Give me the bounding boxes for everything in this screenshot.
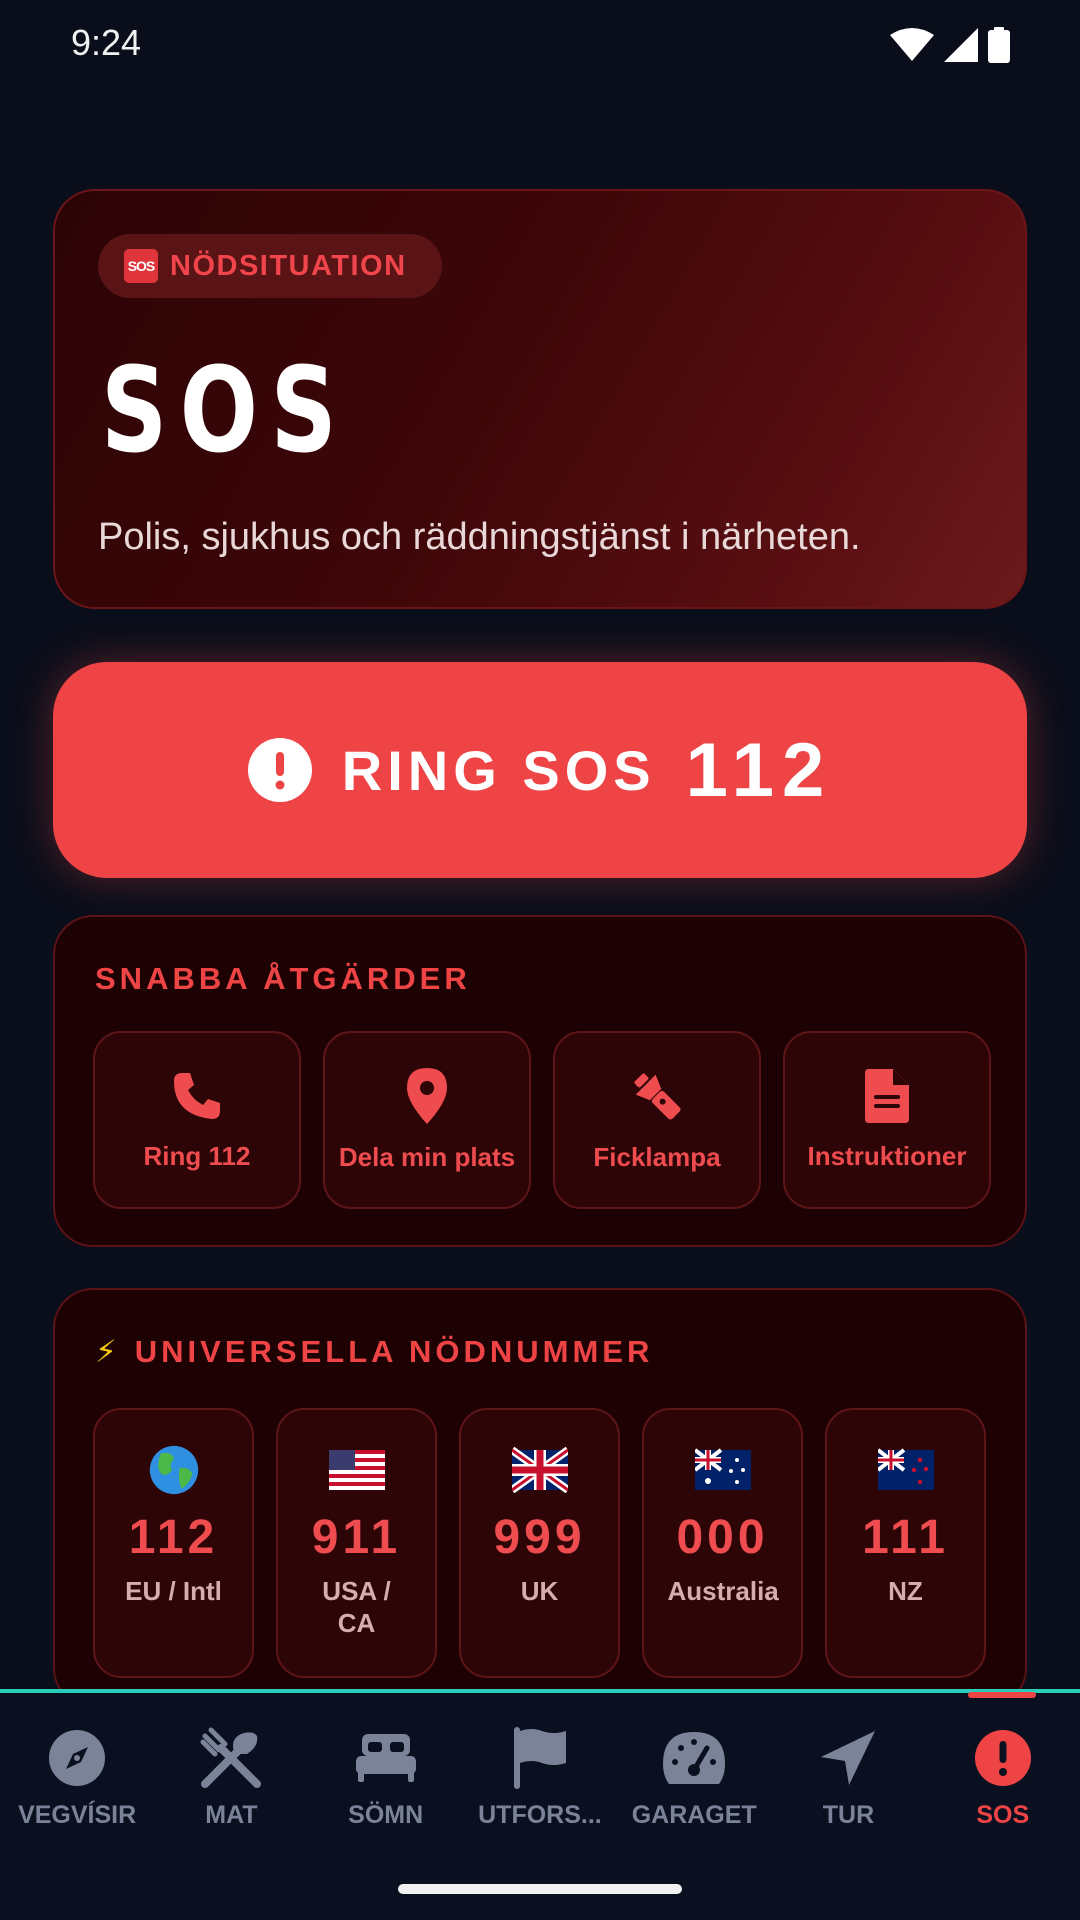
sos-screen: 9:24 SOS NÖDSITUATION SOS Polis, sjukhus…: [0, 0, 1080, 1920]
status-bar: 9:24: [0, 0, 1080, 92]
page-subtitle: Polis, sjukhus och räddningstjänst i när…: [98, 516, 861, 558]
call-button-number: 112: [685, 727, 833, 813]
nav-item-mat[interactable]: MAT: [154, 1725, 308, 1830]
number-value: 911: [311, 1511, 402, 1564]
number-tile-eu[interactable]: 112 EU / Intl: [93, 1408, 254, 1678]
quick-actions-row: Ring 112 Dela min plats Ficklampa Instru…: [93, 1031, 991, 1209]
number-tile-usa[interactable]: 911 USA / CA: [276, 1408, 437, 1678]
lightning-icon: ⚡: [95, 1334, 121, 1369]
emergency-badge: SOS NÖDSITUATION: [98, 234, 442, 298]
cellular-signal-icon: [944, 28, 978, 62]
number-tile-australia[interactable]: 000 Australia: [642, 1408, 803, 1678]
number-region: NZ: [888, 1576, 923, 1606]
phone-icon: [174, 1072, 220, 1119]
battery-icon: [988, 27, 1010, 63]
nav-label: SOS: [976, 1801, 1030, 1829]
number-tile-uk[interactable]: 999 UK: [459, 1408, 620, 1678]
action-share-location[interactable]: Dela min plats: [323, 1031, 531, 1209]
action-label: Instruktioner: [807, 1140, 967, 1171]
navigation-arrow-icon: [815, 1725, 881, 1791]
emergency-badge-label: NÖDSITUATION: [170, 249, 407, 282]
call-sos-button[interactable]: RING SOS 112: [53, 662, 1027, 878]
universal-numbers-title: ⚡ UNIVERSELLA NÖDNUMMER: [95, 1334, 653, 1370]
number-region: UK: [520, 1576, 559, 1606]
compass-icon: [44, 1725, 110, 1791]
number-value: 000: [676, 1511, 769, 1564]
nav-active-indicator: [968, 1692, 1036, 1698]
status-time: 9:24: [71, 22, 142, 63]
alert-circle-icon: [970, 1725, 1036, 1791]
action-label: Ficklampa: [593, 1141, 721, 1172]
exclamation-circle-icon: [247, 738, 312, 802]
utensils-icon: [198, 1725, 264, 1791]
australia-flag-icon: [694, 1448, 751, 1490]
number-region: Australia: [667, 1576, 779, 1606]
nav-item-sos[interactable]: SOS: [926, 1725, 1080, 1830]
numbers-row: 112 EU / Intl 911 USA / CA 999 UK 000 Au…: [93, 1408, 986, 1678]
nav-item-tur[interactable]: TUR: [771, 1725, 925, 1830]
nav-item-vegvisir[interactable]: VEGVÍSIR: [0, 1725, 154, 1830]
nav-label: UTFORS...: [478, 1801, 602, 1829]
number-tile-nz[interactable]: 111 NZ: [825, 1408, 986, 1678]
sos-badge-icon: SOS: [124, 249, 158, 283]
number-value: 111: [862, 1511, 949, 1564]
bed-icon: [353, 1725, 419, 1791]
quick-actions-panel: SNABBA ÅTGÄRDER Ring 112 Dela min plats …: [53, 915, 1027, 1247]
status-icons: [890, 27, 1010, 63]
flag-icon: [507, 1725, 573, 1791]
wifi-icon: [890, 28, 934, 61]
nav-item-somn[interactable]: SÖMN: [309, 1725, 463, 1830]
speedometer-icon: [661, 1725, 727, 1791]
nav-label: GARAGET: [631, 1801, 757, 1829]
page-title: SOS: [101, 341, 350, 479]
number-region: EU / Intl: [125, 1576, 222, 1606]
flashlight-icon: [634, 1072, 681, 1120]
number-value: 999: [493, 1511, 586, 1564]
action-label: Dela min plats: [338, 1141, 516, 1172]
map-pin-icon: [407, 1067, 447, 1124]
action-label: Ring 112: [143, 1140, 251, 1171]
call-button-label: RING SOS: [341, 738, 656, 802]
emergency-hero-card: SOS NÖDSITUATION SOS Polis, sjukhus och …: [53, 189, 1027, 609]
new-zealand-flag-icon: [877, 1448, 934, 1490]
quick-actions-title: SNABBA ÅTGÄRDER: [95, 961, 471, 996]
action-flashlight[interactable]: Ficklampa: [553, 1031, 761, 1209]
universal-numbers-panel: ⚡ UNIVERSELLA NÖDNUMMER 112 EU / Intl 91…: [53, 1288, 1027, 1708]
nav-item-utforska[interactable]: UTFORS...: [463, 1725, 617, 1830]
number-region: USA / CA: [322, 1576, 391, 1638]
home-indicator[interactable]: [398, 1884, 682, 1894]
nav-label: MAT: [205, 1801, 258, 1829]
action-call-112[interactable]: Ring 112: [93, 1031, 301, 1209]
number-value: 112: [128, 1511, 219, 1564]
universal-numbers-title-text: UNIVERSELLA NÖDNUMMER: [134, 1334, 654, 1369]
nav-label: VEGVÍSIR: [18, 1801, 137, 1829]
nav-label: SÖMN: [348, 1801, 424, 1829]
nav-item-garaget[interactable]: GARAGET: [617, 1725, 771, 1830]
document-icon: [865, 1068, 909, 1123]
bottom-nav-items: VEGVÍSIR MAT SÖMN UTFORS... GARAGET TUR …: [0, 1725, 1080, 1830]
action-instructions[interactable]: Instruktioner: [783, 1031, 991, 1209]
nav-label: TUR: [822, 1801, 875, 1829]
usa-flag-icon: [328, 1450, 385, 1490]
nav-divider: [0, 1689, 1080, 1693]
globe-flag-icon: [149, 1445, 198, 1495]
uk-flag-icon: [511, 1446, 568, 1494]
